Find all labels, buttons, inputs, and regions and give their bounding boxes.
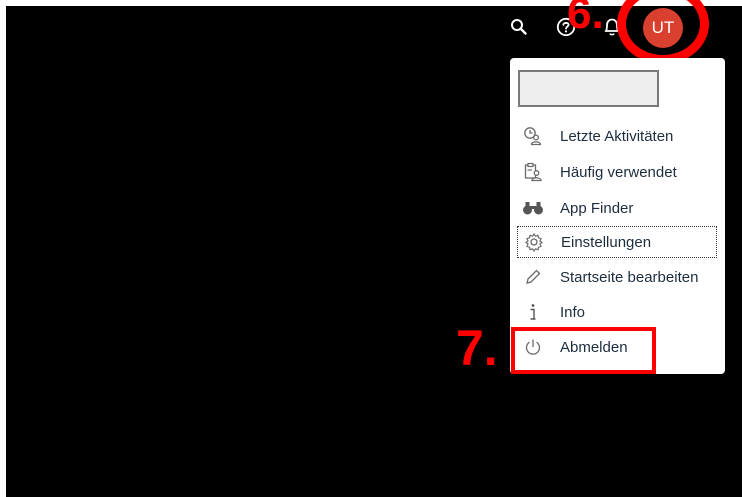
- menu-item-label: Info: [560, 303, 586, 321]
- frequently-used-icon: [522, 161, 544, 183]
- user-avatar-button[interactable]: UT: [643, 8, 683, 48]
- settings-icon: [523, 231, 545, 253]
- menu-item-frequently-used[interactable]: Häufig verwendet: [517, 156, 717, 188]
- pencil-icon: [522, 266, 544, 288]
- menu-item-info[interactable]: Info: [517, 296, 717, 328]
- menu-item-app-finder[interactable]: App Finder: [517, 192, 717, 224]
- menu-item-logout[interactable]: Abmelden: [517, 331, 717, 363]
- menu-item-label: Startseite bearbeiten: [560, 268, 699, 286]
- menu-item-settings[interactable]: Einstellungen: [517, 226, 717, 258]
- binoculars-icon: [522, 197, 544, 219]
- menu-item-label: Einstellungen: [561, 233, 652, 251]
- power-icon: [522, 336, 544, 358]
- recent-activity-icon: [522, 125, 544, 147]
- step-7-label: 7.: [456, 320, 498, 376]
- avatar-initials: UT: [651, 18, 675, 37]
- search-icon[interactable]: [508, 16, 530, 38]
- menu-item-label: Letzte Aktivitäten: [560, 127, 674, 145]
- notifications-icon[interactable]: [601, 16, 623, 38]
- user-name-field: [518, 70, 659, 107]
- menu-item-label: App Finder: [560, 199, 634, 217]
- user-action-menu: Letzte Aktivitäten Häufig verwendet App: [510, 58, 725, 374]
- info-icon: [522, 301, 544, 323]
- menu-item-edit-home-page[interactable]: Startseite bearbeiten: [517, 261, 717, 293]
- menu-item-label: Abmelden: [560, 338, 628, 356]
- menu-item-label: Häufig verwendet: [560, 163, 677, 181]
- menu-item-recent-activities[interactable]: Letzte Aktivitäten: [517, 120, 717, 152]
- step-6-label: 6.: [567, 0, 604, 38]
